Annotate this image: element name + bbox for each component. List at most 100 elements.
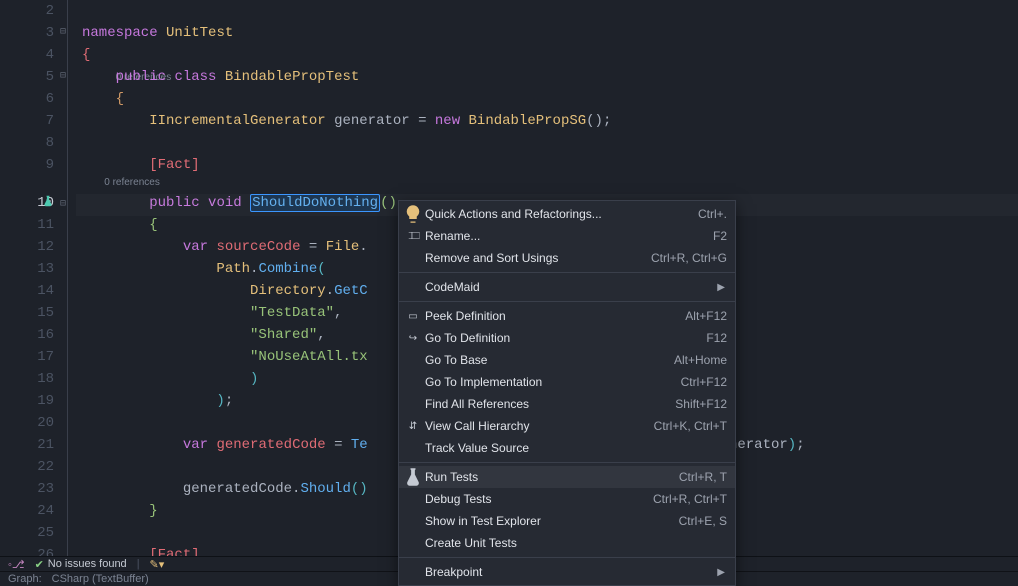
- menu-separator: [399, 557, 735, 558]
- line-number: 9: [0, 154, 54, 176]
- blank-icon: [403, 374, 423, 390]
- menu-item-create-unit-tests[interactable]: Create Unit Tests: [399, 532, 735, 554]
- line-number: 8: [0, 132, 54, 154]
- line-number: 20: [0, 412, 54, 434]
- menu-item-shortcut: Ctrl+K, Ctrl+T: [654, 419, 727, 433]
- line-number: 17: [0, 346, 54, 368]
- line-number: 14: [0, 280, 54, 302]
- hier-icon: ⇵: [403, 418, 423, 434]
- menu-item-label: Create Unit Tests: [423, 536, 727, 550]
- blank-icon: [403, 352, 423, 368]
- blank-icon: [403, 279, 423, 295]
- line-number: [0, 176, 54, 192]
- status-issues[interactable]: ✔ No issues found: [35, 558, 127, 571]
- blank-icon: [403, 440, 423, 456]
- menu-item-shortcut: Ctrl+.: [698, 207, 727, 221]
- blank-icon: [403, 491, 423, 507]
- menu-item-label: Run Tests: [423, 470, 679, 484]
- menu-item-label: Go To Implementation: [423, 375, 681, 389]
- code-line: {: [82, 44, 1018, 66]
- line-number: 13: [0, 258, 54, 280]
- code-line: [Fact]: [82, 154, 1018, 176]
- menu-item-label: Remove and Sort Usings: [423, 251, 651, 265]
- status-source-control-icon[interactable]: ◦⎇: [8, 558, 25, 571]
- line-number: 26: [0, 544, 54, 556]
- bulb-icon: [403, 206, 423, 222]
- menu-item-label: Rename...: [423, 229, 713, 243]
- code-line: namespace UnitTest: [82, 22, 1018, 44]
- menu-item-quick-actions-and-refactorings[interactable]: Quick Actions and Refactorings...Ctrl+.: [399, 203, 735, 225]
- line-number: 21: [0, 434, 54, 456]
- line-number: 24: [0, 500, 54, 522]
- code-line: {: [82, 88, 1018, 110]
- menu-item-shortcut: Ctrl+R, Ctrl+T: [653, 492, 727, 506]
- menu-item-shortcut: Alt+Home: [674, 353, 727, 367]
- menu-item-remove-and-sort-usings[interactable]: Remove and Sort UsingsCtrl+R, Ctrl+G: [399, 247, 735, 269]
- line-number: 5: [0, 66, 54, 88]
- blank-icon: [403, 513, 423, 529]
- blank-icon: [403, 250, 423, 266]
- line-number: 11: [0, 214, 54, 236]
- menu-item-rename[interactable]: ⌶☐Rename...F2: [399, 225, 735, 247]
- status-brush-icon[interactable]: ✎▾: [150, 558, 165, 571]
- menu-separator: [399, 301, 735, 302]
- menu-item-debug-tests[interactable]: Debug TestsCtrl+R, Ctrl+T: [399, 488, 735, 510]
- line-number: 16: [0, 324, 54, 346]
- flask-icon: [403, 469, 423, 485]
- line-number: 6: [0, 88, 54, 110]
- menu-item-label: Peek Definition: [423, 309, 685, 323]
- menu-item-view-call-hierarchy[interactable]: ⇵View Call HierarchyCtrl+K, Ctrl+T: [399, 415, 735, 437]
- menu-item-go-to-definition[interactable]: ↪Go To DefinitionF12: [399, 327, 735, 349]
- menu-item-label: Go To Definition: [423, 331, 706, 345]
- menu-item-label: Quick Actions and Refactorings...: [423, 207, 698, 221]
- codelens[interactable]: 0 references: [82, 176, 1018, 192]
- goto-icon: ↪: [403, 330, 423, 346]
- menu-item-track-value-source[interactable]: Track Value Source: [399, 437, 735, 459]
- menu-item-show-in-test-explorer[interactable]: Show in Test ExplorerCtrl+E, S: [399, 510, 735, 532]
- menu-item-label: Show in Test Explorer: [423, 514, 679, 528]
- menu-item-label: Debug Tests: [423, 492, 653, 506]
- menu-item-shortcut: Alt+F12: [685, 309, 727, 323]
- line-number: 19: [0, 390, 54, 412]
- menu-separator: [399, 462, 735, 463]
- line-number: 3: [0, 22, 54, 44]
- code-line: [82, 132, 1018, 154]
- context-menu[interactable]: Quick Actions and Refactorings...Ctrl+.⌶…: [398, 200, 736, 586]
- test-glyph-icon[interactable]: [42, 195, 54, 207]
- menu-item-shortcut: F2: [713, 229, 727, 243]
- submenu-arrow-icon: ▶: [717, 282, 727, 293]
- menu-item-label: Find All References: [423, 397, 675, 411]
- fold-column: ⊟ ⊟ ⊟: [60, 0, 76, 556]
- menu-item-find-all-references[interactable]: Find All ReferencesShift+F12: [399, 393, 735, 415]
- line-number: 4: [0, 44, 54, 66]
- menu-item-shortcut: Ctrl+E, S: [679, 514, 727, 528]
- menu-item-label: CodeMaid: [423, 280, 717, 294]
- line-number: 23: [0, 478, 54, 500]
- menu-item-codemaid[interactable]: CodeMaid▶: [399, 276, 735, 298]
- code-line: public class BindablePropTest: [82, 66, 1018, 88]
- submenu-arrow-icon: ▶: [717, 567, 727, 578]
- menu-item-shortcut: Shift+F12: [675, 397, 727, 411]
- line-number: 7: [0, 110, 54, 132]
- rename-icon: ⌶☐: [403, 228, 423, 244]
- peek-icon: ▭: [403, 308, 423, 324]
- menu-item-shortcut: Ctrl+R, Ctrl+G: [651, 251, 727, 265]
- menu-item-run-tests[interactable]: Run TestsCtrl+R, T: [399, 466, 735, 488]
- menu-item-go-to-base[interactable]: Go To BaseAlt+Home: [399, 349, 735, 371]
- menu-item-breakpoint[interactable]: Breakpoint▶: [399, 561, 735, 583]
- line-number: 18: [0, 368, 54, 390]
- menu-item-peek-definition[interactable]: ▭Peek DefinitionAlt+F12: [399, 305, 735, 327]
- editor-gutter: 2345678910111213141516171819202122232425…: [0, 0, 60, 556]
- menu-item-label: Breakpoint: [423, 565, 717, 579]
- menu-item-go-to-implementation[interactable]: Go To ImplementationCtrl+F12: [399, 371, 735, 393]
- status-graph-value[interactable]: CSharp (TextBuffer): [52, 573, 149, 585]
- blank-icon: [403, 396, 423, 412]
- menu-item-shortcut: Ctrl+F12: [681, 375, 727, 389]
- line-number: 2: [0, 0, 54, 22]
- menu-item-label: Track Value Source: [423, 441, 727, 455]
- menu-separator: [399, 272, 735, 273]
- menu-item-label: Go To Base: [423, 353, 674, 367]
- code-line: [82, 0, 1018, 22]
- line-number: 12: [0, 236, 54, 258]
- status-issues-label: No issues found: [48, 558, 127, 570]
